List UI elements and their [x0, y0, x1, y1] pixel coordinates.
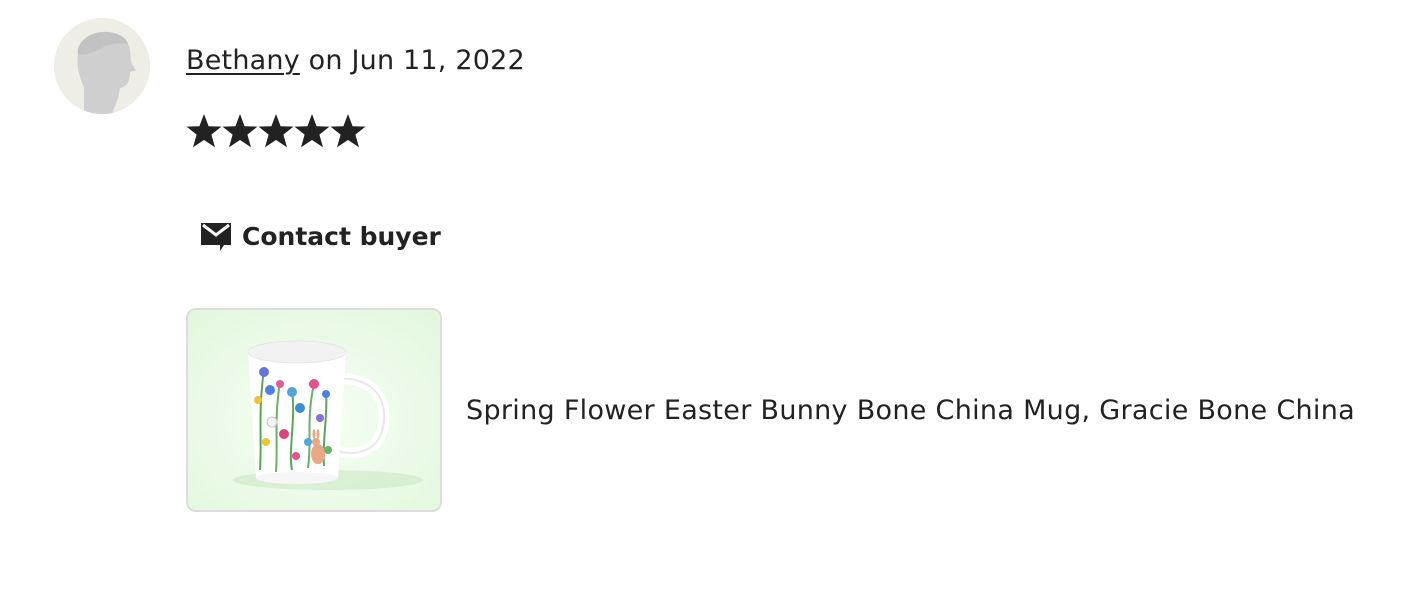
star-icon: [222, 114, 258, 148]
review-byline: Bethany on Jun 11, 2022: [186, 42, 525, 80]
star-rating: [186, 112, 366, 150]
purchased-listing[interactable]: Spring Flower Easter Bunny Bone China Mu…: [186, 308, 1355, 512]
contact-buyer-label: Contact buyer: [242, 221, 441, 251]
listing-title[interactable]: Spring Flower Easter Bunny Bone China Mu…: [466, 395, 1355, 426]
reviewer-avatar[interactable]: [54, 18, 150, 114]
star-icon: [258, 114, 294, 148]
floral-mug-image: [188, 310, 440, 510]
review-card: Bethany on Jun 11, 2022 Contact buyer Sp…: [0, 0, 1418, 612]
star-icon: [186, 114, 222, 148]
listing-thumbnail[interactable]: [186, 308, 442, 512]
profile-silhouette-icon: [54, 18, 150, 114]
contact-buyer-button[interactable]: Contact buyer: [186, 210, 455, 262]
star-icon: [330, 114, 366, 148]
mail-icon: [201, 223, 231, 251]
reviewer-name-link[interactable]: Bethany: [186, 45, 300, 76]
star-icon: [294, 114, 330, 148]
review-date: on Jun 11, 2022: [299, 45, 525, 76]
